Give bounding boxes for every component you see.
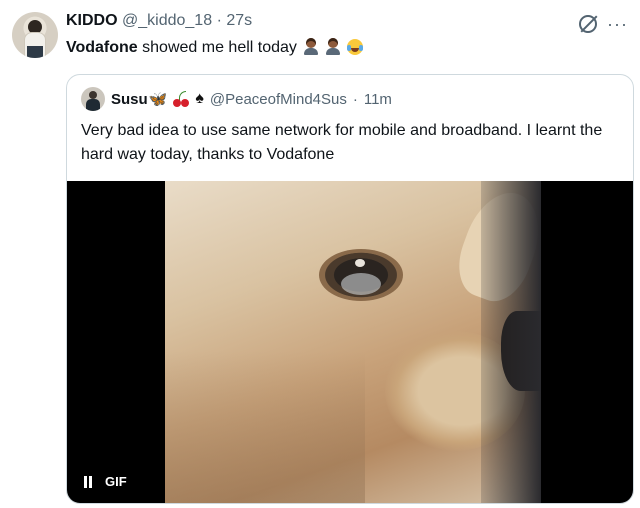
quoted-handle[interactable]: @PeaceofMind4Sus	[210, 91, 347, 108]
tweet-text-body: showed me hell today	[137, 39, 297, 56]
butterfly-emoji: 🦋	[148, 91, 168, 108]
frame-dark-edge	[481, 181, 541, 503]
timestamp[interactable]: 27s	[226, 12, 252, 29]
mention-vodafone: Vodafone	[66, 39, 138, 56]
tweet-actions: ···	[579, 15, 628, 33]
dog-eye-shine	[355, 259, 365, 267]
quoted-separator: ·	[352, 90, 358, 108]
laughing-tears-emoji	[347, 39, 364, 55]
separator: ·	[216, 12, 222, 29]
person-emoji	[325, 38, 340, 55]
grok-icon[interactable]	[579, 15, 598, 33]
quoted-tweet-header: Susu 🦋 ♠ @PeaceofMind4Sus · 11m	[111, 90, 392, 108]
avatar-figure-legs	[27, 46, 43, 58]
tweet-text: Vodafone showed me hell today	[66, 38, 364, 57]
cherries-emoji	[173, 91, 190, 107]
quoted-timestamp[interactable]: 11m	[364, 91, 392, 108]
gif-badge: GIF	[105, 474, 127, 489]
handle[interactable]: @_kiddo_18	[122, 12, 212, 29]
gif-media[interactable]: GIF	[67, 181, 633, 503]
gif-frame-dog	[165, 181, 541, 503]
quoted-tweet-text: Very bad idea to use same network for mo…	[81, 122, 603, 163]
quoted-display-name[interactable]: Susu	[111, 91, 148, 108]
quoted-tweet[interactable]: Susu 🦋 ♠ @PeaceofMind4Sus · 11m Very bad…	[66, 74, 634, 504]
display-name[interactable]: KIDDO	[66, 12, 118, 29]
spade-emoji: ♠	[195, 90, 204, 107]
frame-shade	[165, 351, 365, 503]
gif-controls: GIF	[83, 474, 127, 489]
pause-icon[interactable]	[83, 475, 93, 488]
tweet-header: KIDDO @_kiddo_18 · 27s	[66, 12, 252, 30]
more-options-icon[interactable]: ···	[607, 15, 628, 33]
person-emoji	[303, 38, 319, 55]
dog-tear	[341, 273, 381, 295]
user-avatar[interactable]	[12, 12, 58, 58]
quoted-user-avatar[interactable]	[81, 87, 105, 111]
